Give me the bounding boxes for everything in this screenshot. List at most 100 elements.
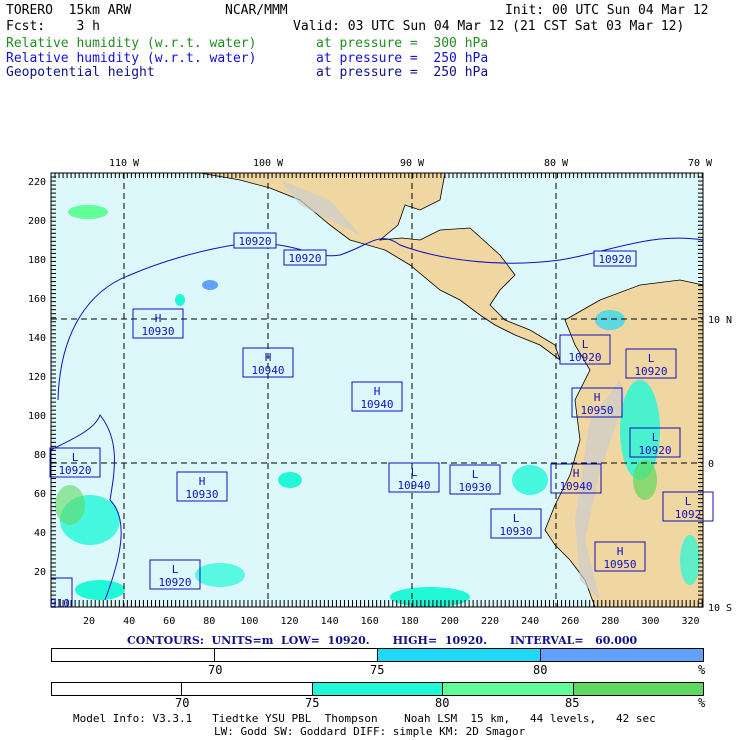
center-value: 10940 xyxy=(559,480,592,493)
x-tick-label: 260 xyxy=(561,616,579,627)
center-value: 10940 xyxy=(397,479,430,492)
center-value: 1092 xyxy=(675,508,702,521)
x-tick-label: 120 xyxy=(280,616,298,627)
field-2-name: Relative humidity (w.r.t. water) xyxy=(6,51,257,66)
center-value: 10930 xyxy=(141,325,174,338)
center-type: L xyxy=(172,563,179,576)
colorbar-segment xyxy=(443,683,574,695)
colorbar-250hpa xyxy=(51,648,704,662)
lon-label: 90 W xyxy=(400,158,425,169)
center-value: 10920 xyxy=(58,464,91,477)
center-type: L xyxy=(411,466,418,479)
center-value: 10950 xyxy=(580,404,613,417)
contour-value: 10920 xyxy=(238,235,271,248)
x-tick-label: 100 xyxy=(240,616,258,627)
bar1-label: % xyxy=(698,663,706,677)
y-tick-label: 20 xyxy=(34,567,46,578)
y-tick-label: 200 xyxy=(28,216,46,227)
colorbar-segment xyxy=(215,649,378,661)
bar2-label: 70 xyxy=(175,696,190,710)
lon-label: 70 W xyxy=(688,158,713,169)
center-value: 10940 xyxy=(251,364,284,377)
y-tick-label: 60 xyxy=(34,489,46,500)
center-type: H xyxy=(199,475,206,488)
y-tick-label: 160 xyxy=(28,294,46,305)
center-value: 10920 xyxy=(568,351,601,364)
center-type: H xyxy=(265,351,272,364)
lat-label: 10 S xyxy=(708,603,732,614)
colorbar-segment xyxy=(378,649,541,661)
x-tick-label: 300 xyxy=(641,616,659,627)
lon-label: 110 W xyxy=(109,158,140,169)
y-tick-label: 80 xyxy=(34,450,46,461)
center-value: 10950 xyxy=(603,558,636,571)
center-type: L xyxy=(685,495,692,508)
organization: NCAR/MMM xyxy=(225,3,288,18)
x-tick-label: 20 xyxy=(83,616,95,627)
center-value: 10930 xyxy=(499,525,532,538)
colorbar-segment xyxy=(541,649,703,661)
contour-line-label: 10920 xyxy=(283,249,327,266)
x-tick-label: 40 xyxy=(123,616,135,627)
y-tick-label: 120 xyxy=(28,372,46,383)
x-tick-label: 140 xyxy=(321,616,339,627)
x-tick-label: 200 xyxy=(441,616,459,627)
x-tick-label: 80 xyxy=(203,616,215,627)
bar2-label: 75 xyxy=(305,696,320,710)
weather-map: 110 W 100 W 90 W 80 W 70 W 10 N 0 10 S 20 40 60 80 1… xyxy=(28,158,732,627)
colorbar-segment xyxy=(182,683,313,695)
y-tick-label: 100 xyxy=(28,411,46,422)
contour-value: 10920 xyxy=(598,253,631,266)
x-tick-label: 240 xyxy=(521,616,539,627)
y-tick-label: 220 xyxy=(28,177,46,188)
center-type: L xyxy=(513,512,520,525)
contour-info: CONTOURS: UNITS=m LOW= 10920. HIGH= 1092… xyxy=(127,634,638,647)
center-type: H xyxy=(374,385,381,398)
center-value: 10930 xyxy=(458,481,491,494)
field-2-level: at pressure = 250 hPa xyxy=(316,51,489,66)
bar2-label: % xyxy=(698,696,706,710)
colorbar-segment xyxy=(312,683,444,695)
center-type: H xyxy=(155,312,162,325)
bar1-label: 80 xyxy=(533,663,548,677)
bar1-label: 70 xyxy=(208,663,223,677)
x-tick-label: 180 xyxy=(401,616,419,627)
center-value: 10940 xyxy=(360,398,393,411)
y-tick-label: 40 xyxy=(34,528,46,539)
center-type: L xyxy=(72,451,79,464)
forecast-hour: Fcst: 3 h xyxy=(6,19,100,34)
lat-label: 0 xyxy=(708,459,714,470)
lon-label: 100 W xyxy=(253,158,284,169)
contour-line-label: 910 xyxy=(50,597,70,610)
bar2-label: 85 xyxy=(565,696,580,710)
center-type: L xyxy=(582,338,589,351)
x-tick-label: 220 xyxy=(481,616,499,627)
lon-label: 80 W xyxy=(544,158,569,169)
model-info: Model Info: V3.3.1 Tiedtke YSU PBL Thomp… xyxy=(73,712,656,725)
colorbar-segment xyxy=(52,649,215,661)
field-3-name: Geopotential height xyxy=(6,65,155,80)
x-tick-label: 280 xyxy=(601,616,619,627)
x-tick-label: 160 xyxy=(361,616,379,627)
y-tick-label: 180 xyxy=(28,255,46,266)
contour-line-label: 10920 xyxy=(593,250,637,267)
valid-time: Valid: 03 UTC Sun 04 Mar 12 (21 CST Sat … xyxy=(293,19,685,34)
center-type: H xyxy=(573,467,580,480)
lat-label: 10 N xyxy=(708,315,732,326)
contour-value: 910 xyxy=(50,597,70,610)
x-tick-label: 320 xyxy=(681,616,699,627)
center-value: 10930 xyxy=(185,488,218,501)
center-type: H xyxy=(617,545,624,558)
model-title: TORERO 15km ARW xyxy=(6,3,132,18)
contour-line-label: 10920 xyxy=(233,232,277,249)
x-tick-label: 60 xyxy=(163,616,175,627)
colorbar-300hpa xyxy=(51,682,704,696)
y-tick-label: 140 xyxy=(28,333,46,344)
center-type: H xyxy=(594,391,601,404)
center-type: L xyxy=(472,468,479,481)
center-value: 10920 xyxy=(638,444,671,457)
field-1-name: Relative humidity (w.r.t. water) xyxy=(6,36,257,51)
center-type: L xyxy=(652,431,659,444)
center-value: 10920 xyxy=(158,576,191,589)
center-value: 10920 xyxy=(634,365,667,378)
